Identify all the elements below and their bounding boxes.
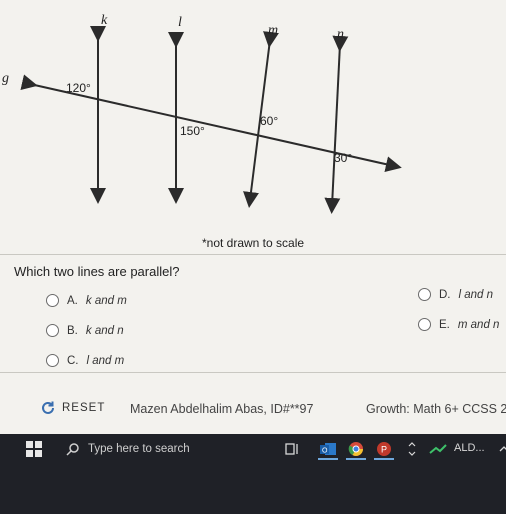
choice-c-letter: C. [67, 354, 79, 367]
search-icon [66, 443, 79, 456]
angle-30: 30° [334, 151, 352, 165]
windows-start-icon[interactable] [26, 441, 42, 457]
task-view-icon[interactable] [282, 438, 302, 460]
tray-news-text: ALD... [454, 442, 485, 454]
choice-c-text: l and m [86, 354, 125, 367]
footer-bar: RESET Mazen Abdelhalim Abas, ID#**97 Gro… [0, 394, 506, 426]
parallel-lines-figure: k l m n g 120° 150° 60° 30° [2, 13, 402, 214]
growth-info: Growth: Math 6+ CCSS 20 [366, 402, 506, 416]
choice-d-text: l and n [458, 288, 494, 301]
label-m: m [268, 23, 278, 38]
radio-e[interactable] [418, 318, 431, 331]
reset-label: RESET [62, 402, 106, 414]
radio-b[interactable] [46, 324, 59, 337]
windows-taskbar: Type here to search O P ALD... [0, 434, 506, 514]
angle-120: 120° [66, 81, 91, 95]
choice-c[interactable]: C. l and m [46, 354, 124, 367]
search-placeholder: Type here to search [88, 443, 190, 455]
question-prompt: Which two lines are parallel? [14, 264, 180, 279]
label-k: k [101, 13, 108, 28]
tray-expand-icon[interactable] [402, 438, 422, 460]
choice-e-text: m and n [457, 318, 500, 331]
label-g: g [2, 71, 9, 86]
reset-button[interactable]: RESET [40, 400, 105, 416]
radio-a[interactable] [46, 294, 59, 307]
choice-e[interactable]: E. m and n [418, 318, 499, 331]
radio-c[interactable] [46, 354, 59, 367]
outlook-icon[interactable]: O [318, 438, 338, 460]
choice-e-letter: E. [439, 318, 450, 331]
reset-icon [42, 401, 54, 414]
app-p-icon[interactable]: P [374, 438, 394, 460]
label-n: n [337, 27, 344, 42]
not-to-scale-note: *not drawn to scale [201, 236, 305, 250]
choice-d[interactable]: D. l and n [418, 288, 493, 301]
taskbar-search[interactable]: Type here to search [58, 436, 274, 462]
choice-a-letter: A. [67, 294, 78, 307]
choice-a[interactable]: A. k and m [46, 294, 127, 307]
label-l: l [178, 15, 182, 30]
stock-trend-icon[interactable] [428, 438, 448, 460]
angle-150: 150° [180, 124, 205, 138]
radio-d[interactable] [418, 288, 431, 301]
choice-d-letter: D. [439, 288, 451, 301]
angle-60: 60° [260, 114, 278, 128]
chevron-up-icon[interactable] [494, 438, 506, 460]
student-info: Mazen Abdelhalim Abas, ID#**97 [130, 402, 314, 416]
choice-b-letter: B. [67, 324, 78, 337]
choice-b-text: k and n [85, 324, 124, 337]
choice-b[interactable]: B. k and n [46, 324, 124, 337]
svg-text:P: P [381, 445, 387, 455]
chrome-icon[interactable] [346, 438, 366, 460]
divider-top [0, 254, 506, 255]
svg-text:O: O [322, 448, 328, 455]
divider-bottom [0, 372, 506, 373]
choice-a-text: k and m [85, 294, 127, 307]
line-n [324, 35, 349, 214]
